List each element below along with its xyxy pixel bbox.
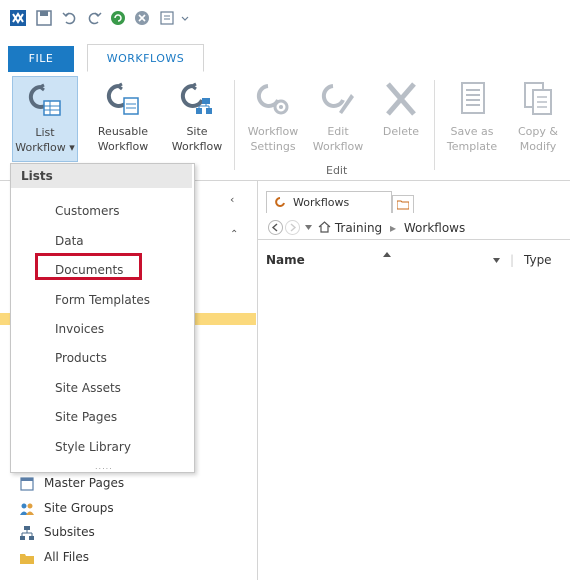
- nav-item-label: Site Groups: [44, 501, 114, 515]
- address-bar: Training ▸ Workflows: [258, 217, 570, 240]
- nav-item-label: All Files: [44, 550, 90, 564]
- reusable-workflow-button[interactable]: Reusable Workflow: [84, 76, 162, 162]
- edit-workflow-label-1: Edit: [327, 125, 349, 138]
- ribbon-separator: [234, 80, 235, 170]
- new-tab-button[interactable]: [392, 195, 414, 213]
- all-files-icon: [20, 554, 34, 564]
- menu-header: Lists: [11, 164, 192, 188]
- workflow-settings-label-1: Workflow: [247, 125, 299, 138]
- nav-item-label: Master Pages: [44, 476, 125, 490]
- qat-customize-icon[interactable]: [180, 10, 190, 26]
- redo-icon[interactable]: [86, 10, 102, 26]
- tab-workflows-document[interactable]: Workflows: [266, 191, 392, 213]
- site-workflow-button[interactable]: Site Workflow: [164, 76, 230, 162]
- list-workflow-label-2: Workflow ▾: [15, 141, 75, 154]
- menu-item-data[interactable]: Data: [55, 234, 84, 248]
- ribbon-tab-bar: FILE WORKFLOWS: [0, 40, 570, 73]
- reusable-workflow-label-2: Workflow: [97, 140, 149, 153]
- column-header-name[interactable]: Name: [266, 253, 305, 267]
- ribbon-separator: [434, 80, 435, 170]
- reusable-workflow-label-1: Reusable: [97, 125, 149, 138]
- folder-icon: [397, 200, 409, 210]
- back-arrow-icon: [271, 223, 278, 232]
- menu-item-style-library[interactable]: Style Library: [55, 440, 131, 454]
- sharepoint-designer-logo-icon: [10, 10, 26, 26]
- breadcrumb-current[interactable]: Workflows: [404, 221, 465, 235]
- breadcrumb-root[interactable]: Training: [335, 221, 382, 235]
- forward-arrow-icon: [290, 223, 297, 232]
- menu-item-site-assets[interactable]: Site Assets: [55, 381, 121, 395]
- breadcrumb: Training ▸ Workflows: [318, 221, 465, 235]
- edit-workflow-label-2: Workflow: [312, 140, 364, 153]
- tab-file[interactable]: FILE: [8, 46, 74, 72]
- subsites-icon: [20, 526, 34, 540]
- edit-workflow-button[interactable]: Edit Workflow: [306, 76, 370, 162]
- sort-ascending-icon: [383, 252, 391, 257]
- copy-modify-icon: [524, 82, 552, 115]
- delete-button[interactable]: Delete: [374, 76, 428, 162]
- list-workflow-icon: [28, 83, 61, 116]
- back-button[interactable]: [268, 220, 283, 235]
- document-tab-label: Workflows: [293, 196, 350, 209]
- save-as-template-button[interactable]: Save as Template: [440, 76, 504, 162]
- save-as-template-icon: [461, 82, 485, 114]
- menu-item-form-templates[interactable]: Form Templates: [55, 293, 150, 307]
- menu-resize-grip[interactable]: .....: [95, 462, 113, 471]
- site-workflow-icon: [180, 82, 212, 114]
- workflow-tab-icon: [275, 197, 285, 207]
- scroll-up-button[interactable]: ⌃: [230, 229, 238, 240]
- history-dropdown-icon[interactable]: [305, 225, 312, 231]
- edit-workflow-icon: [321, 84, 354, 114]
- save-as-template-label-1: Save as: [450, 125, 494, 138]
- workflow-settings-label-2: Settings: [250, 140, 296, 153]
- quick-access-toolbar: [0, 0, 570, 40]
- copy-modify-button[interactable]: Copy & Modify: [506, 76, 570, 162]
- site-workflow-label-1: Site: [186, 125, 208, 138]
- undo-icon[interactable]: [62, 10, 78, 26]
- menu-item-products[interactable]: Products: [55, 351, 107, 365]
- collapse-pane-button[interactable]: ‹: [230, 193, 234, 206]
- save-icon[interactable]: [36, 10, 52, 26]
- workflow-settings-icon: [256, 84, 289, 115]
- column-divider: |: [510, 253, 515, 267]
- workflow-settings-button[interactable]: Workflow Settings: [240, 76, 306, 162]
- site-groups-icon: [20, 503, 34, 515]
- nav-item-label: Subsites: [44, 525, 95, 539]
- tab-workflows[interactable]: WORKFLOWS: [87, 44, 204, 72]
- refresh-icon[interactable]: [110, 10, 126, 26]
- copy-modify-label-2: Modify: [519, 140, 557, 153]
- site-workflow-label-2: Workflow: [171, 140, 223, 153]
- menu-item-site-pages[interactable]: Site Pages: [55, 410, 117, 424]
- delete-label: Delete: [382, 125, 420, 138]
- preview-icon[interactable]: [160, 10, 176, 26]
- reusable-workflow-icon: [106, 82, 139, 115]
- column-header-type[interactable]: Type: [524, 253, 552, 267]
- document-tabs: Workflows: [258, 181, 570, 213]
- forward-button[interactable]: [285, 220, 300, 235]
- master-pages-icon: [20, 477, 34, 491]
- menu-item-invoices[interactable]: Invoices: [55, 322, 104, 336]
- stop-icon[interactable]: [134, 10, 150, 26]
- list-workflow-label-1: List: [35, 126, 55, 139]
- copy-modify-label-1: Copy &: [518, 125, 558, 138]
- save-as-template-label-2: Template: [446, 140, 498, 153]
- edit-group-label: Edit: [326, 164, 348, 177]
- breadcrumb-separator: ▸: [390, 221, 397, 235]
- home-icon: [318, 221, 331, 233]
- menu-item-customers[interactable]: Customers: [55, 204, 120, 218]
- list-workflow-button[interactable]: List Workflow ▾: [12, 76, 78, 162]
- column-header-row: Name | Type: [258, 251, 570, 271]
- documents-highlight-box: [35, 253, 142, 280]
- column-filter-icon[interactable]: [493, 258, 500, 263]
- delete-icon: [386, 82, 416, 116]
- list-workflow-dropdown: Lists Customers Data Documents Form Temp…: [10, 163, 195, 473]
